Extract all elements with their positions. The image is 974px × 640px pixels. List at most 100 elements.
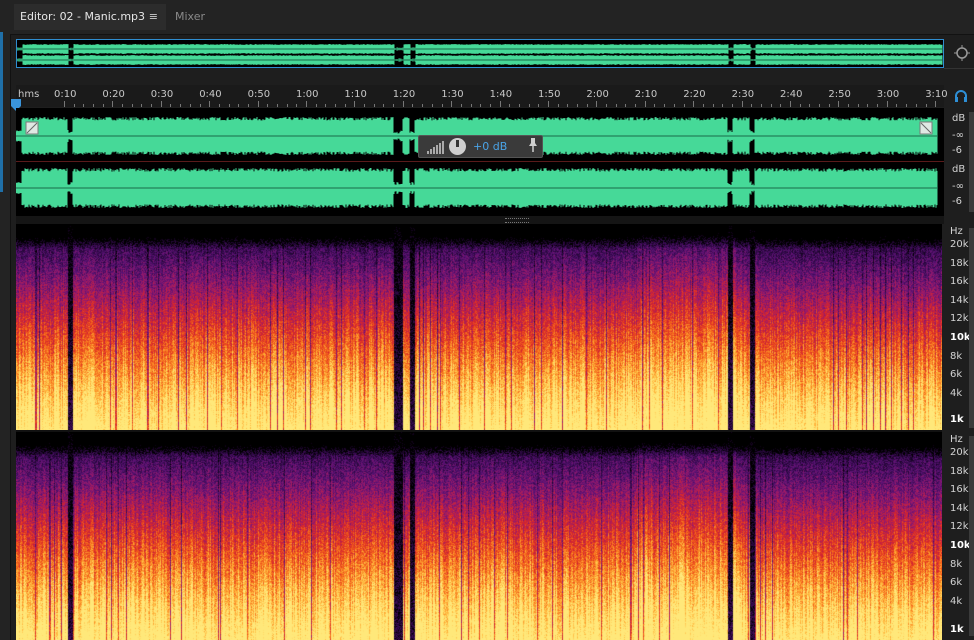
volume-knob[interactable] (449, 138, 466, 155)
ruler-minor-tick (151, 104, 153, 107)
vertical-scrollbar[interactable] (969, 436, 974, 636)
db-unit-label: dB (952, 113, 966, 124)
ruler-minor-tick (819, 104, 821, 107)
db-tick: -6 (952, 145, 962, 156)
ruler-minor-tick (906, 104, 908, 107)
ruler-minor-tick (199, 104, 201, 107)
ruler-minor-tick (586, 104, 588, 107)
ruler-minor-tick (422, 104, 424, 107)
tab-editor[interactable]: Editor: 02 - Manic.mp3 ≡ (14, 4, 166, 30)
ruler-tick (402, 101, 404, 107)
ruler-tick-label: 1:10 (344, 89, 367, 100)
ruler-minor-tick (770, 104, 772, 107)
editor-tab-bar: Editor: 02 - Manic.mp3 ≡ Mixer (10, 0, 974, 35)
ruler-minor-tick (567, 104, 569, 107)
ruler-tick (306, 101, 307, 107)
ruler-minor-tick (760, 104, 762, 107)
ruler-minor-tick (247, 104, 249, 107)
frequency-tick-label: 18k (950, 465, 969, 477)
ruler-minor-tick (857, 104, 859, 107)
ruler-tick-label: 1:50 (538, 89, 561, 100)
ruler-tick-label: 3:00 (876, 89, 900, 100)
ruler-tick (112, 101, 114, 107)
overview-waveform[interactable] (16, 39, 944, 68)
ruler-minor-tick (809, 104, 811, 107)
ruler-tick-label: 1:30 (441, 89, 464, 100)
ruler-minor-tick (664, 104, 666, 107)
ruler-minor-tick (712, 104, 714, 107)
ruler-minor-tick (286, 104, 288, 107)
ruler-minor-tick (141, 104, 143, 107)
ruler-minor-tick (393, 104, 395, 107)
frequency-tick-label: 14k (950, 294, 969, 306)
ruler-tick (596, 101, 598, 107)
ruler-minor-tick (228, 104, 230, 107)
ruler-minor-tick (470, 104, 472, 107)
ruler-minor-tick (412, 104, 414, 107)
frequency-tick-label: 18k (950, 257, 969, 269)
ruler-minor-tick (441, 104, 443, 107)
ruler-minor-tick (557, 104, 559, 107)
ruler-tick (693, 101, 695, 107)
playhead-marker[interactable] (11, 96, 21, 111)
menu-icon[interactable]: ≡ (149, 4, 158, 30)
ruler-minor-tick (296, 104, 298, 107)
frequency-tick-label: 4k (950, 387, 963, 399)
overview-waveform-graphic (17, 44, 943, 65)
view-splitter[interactable] (16, 216, 944, 224)
hud-volume-control[interactable]: +0 dB (418, 135, 543, 158)
ruler-minor-tick (799, 104, 801, 107)
ruler-minor-tick (606, 104, 608, 107)
splitter-grip[interactable] (505, 218, 529, 223)
ruler-tick (209, 101, 211, 107)
ruler-minor-tick (276, 104, 278, 107)
zoom-icon[interactable] (952, 44, 972, 64)
tab-mixer[interactable]: Mixer (175, 4, 205, 30)
ruler-minor-tick (625, 104, 627, 107)
ruler-minor-tick (867, 104, 869, 107)
ruler-tick-label: 0:40 (199, 89, 222, 100)
ruler-tick (790, 101, 791, 107)
ruler-minor-tick (654, 104, 656, 107)
ruler-minor-tick (460, 104, 462, 107)
frequency-tick-label: 16k (950, 484, 969, 496)
ruler-tick-label: 0:30 (150, 89, 174, 100)
volume-level-readout[interactable]: +0 dB (473, 140, 507, 153)
ruler-minor-tick (722, 104, 724, 107)
ruler-minor-tick (238, 104, 240, 107)
ruler-minor-tick (702, 104, 704, 107)
ruler-minor-tick (577, 104, 579, 107)
ruler-minor-tick (915, 104, 917, 107)
ruler-minor-tick (131, 104, 133, 107)
waveform-display[interactable] (15, 108, 944, 216)
ruler-tick (548, 101, 549, 107)
spectral-display-channel-1[interactable] (16, 224, 942, 430)
ruler-minor-tick (673, 104, 675, 107)
ruler-minor-tick (683, 104, 685, 107)
ruler-tick-label: 0:10 (54, 89, 77, 100)
ruler-tick-label: 0:20 (102, 89, 125, 100)
ruler-tick-label: 2:00 (586, 89, 609, 100)
pin-icon[interactable] (528, 138, 538, 155)
ruler-minor-tick (489, 104, 491, 107)
time-ruler[interactable]: hms 0:10 0:20 0:30 0:40 0:50 1:00 1:10 1:20 1:30… (16, 85, 948, 107)
spectral-display-channel-2[interactable] (16, 432, 942, 640)
ruler-minor-tick (518, 104, 520, 107)
ruler-minor-tick (180, 104, 182, 107)
ruler-tick (886, 101, 888, 107)
vertical-scrollbar[interactable] (969, 112, 974, 212)
db-tick: -∞ (952, 181, 964, 192)
ruler-minor-tick (828, 104, 830, 107)
ruler-minor-tick (73, 104, 75, 107)
headphone-icon[interactable] (954, 89, 968, 103)
db-unit-label: dB (952, 164, 966, 175)
vertical-scrollbar[interactable] (969, 228, 974, 428)
ruler-minor-tick (170, 104, 172, 107)
ruler-tick-label: 2:30 (731, 89, 755, 100)
ruler-tick-label: 2:10 (634, 89, 658, 100)
ruler-minor-tick (480, 104, 482, 107)
waveform-graphic (15, 117, 938, 208)
ruler-tick-label: 1:40 (489, 89, 513, 100)
ruler-tick-label: 1:00 (296, 89, 319, 100)
ruler-minor-tick (731, 104, 733, 107)
